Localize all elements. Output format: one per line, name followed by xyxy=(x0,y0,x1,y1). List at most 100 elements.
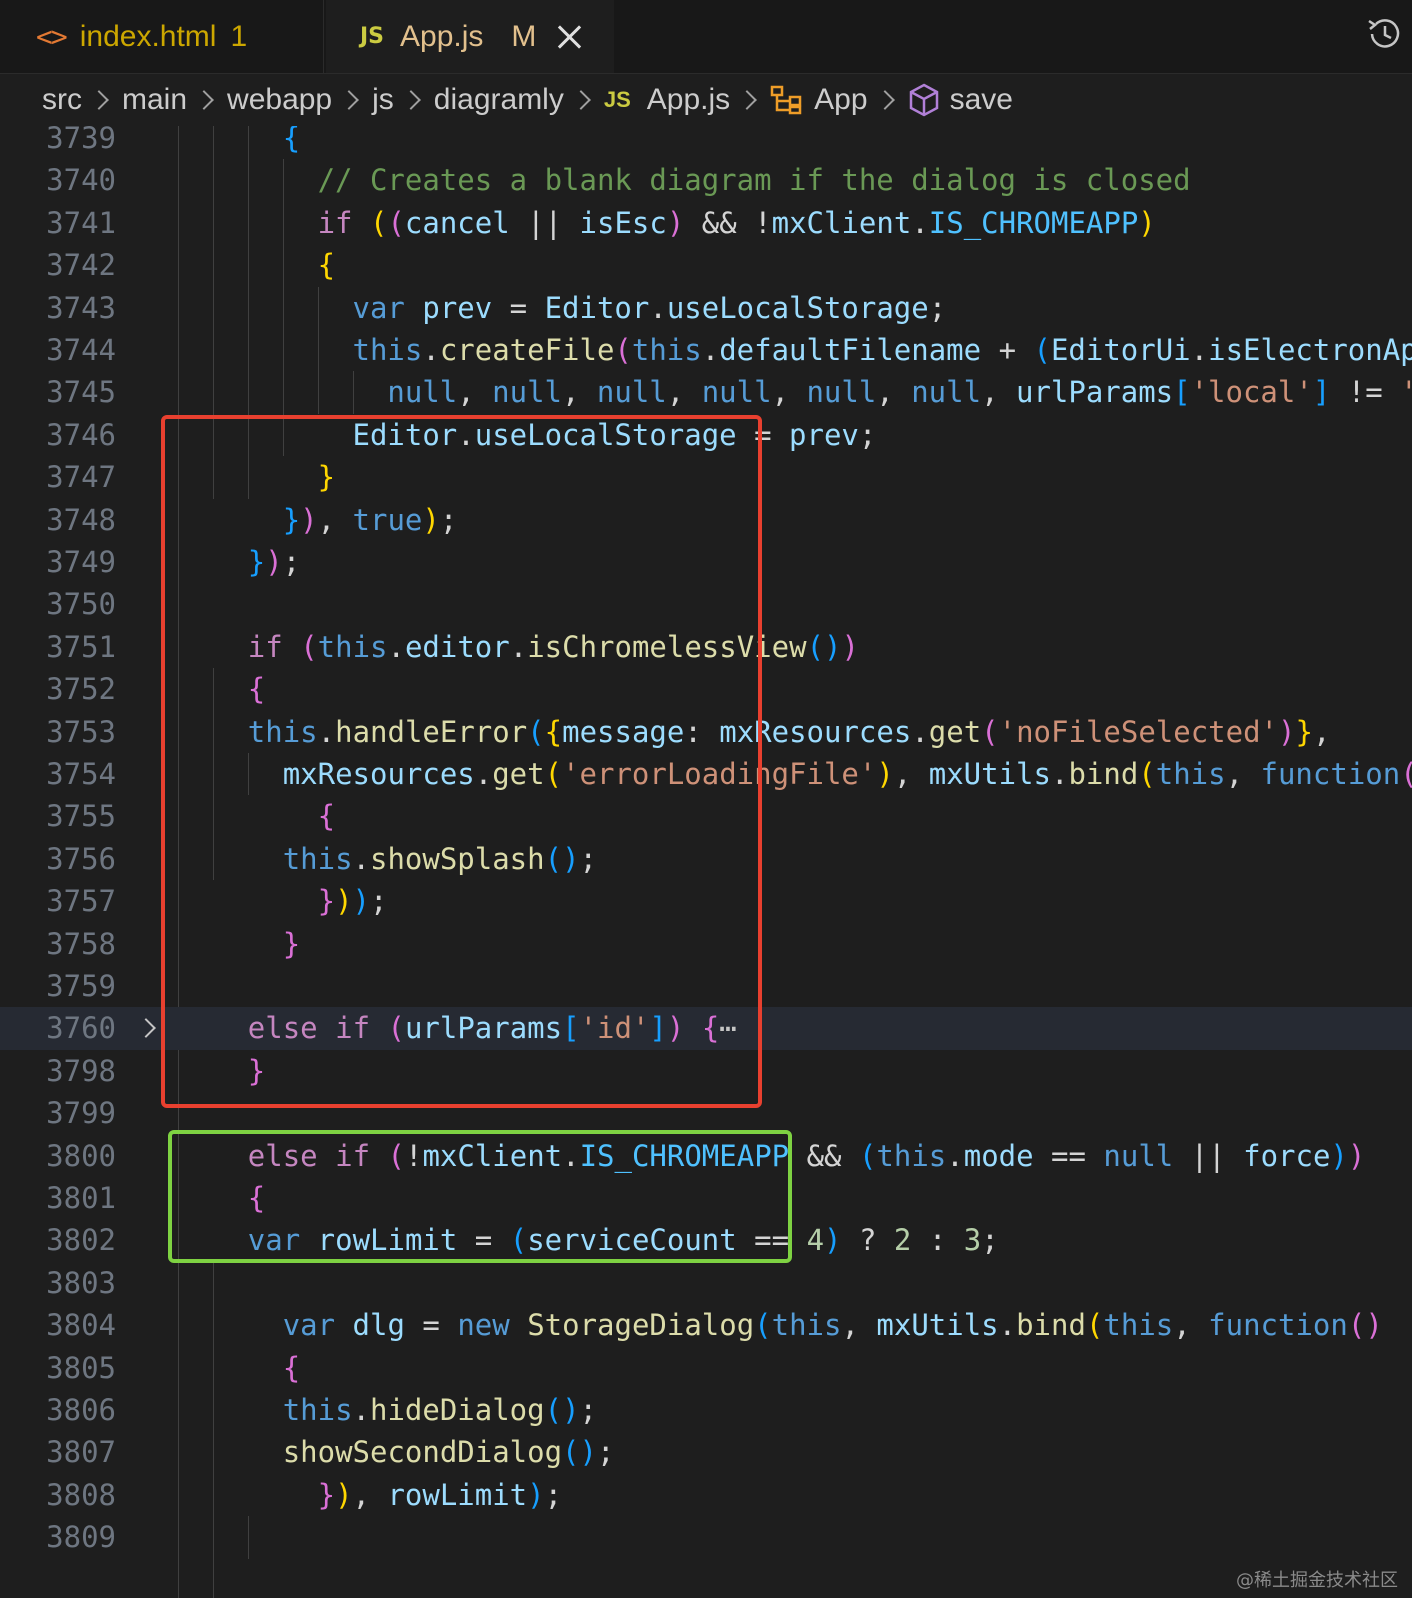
code-text: this.hideDialog(); xyxy=(283,1389,597,1432)
chevron-right-icon xyxy=(737,90,758,110)
breadcrumb-file[interactable]: App.js xyxy=(647,83,730,117)
code-editor[interactable]: 3739 {3740 // Creates a blank diagram if t… xyxy=(0,126,1412,1598)
line-number: 3758 xyxy=(46,926,116,961)
code-text: this.createFile(this.defaultFilename + (… xyxy=(353,329,1412,372)
line-number: 3756 xyxy=(46,841,116,876)
line-number: 3753 xyxy=(46,714,116,749)
code-token: var xyxy=(352,290,405,325)
code-line[interactable]: 3740 // Creates a blank diagram if the di… xyxy=(0,159,1412,202)
code-token: () xyxy=(1347,1308,1383,1343)
code-token: this xyxy=(771,1308,842,1343)
breadcrumb-diagramly[interactable]: diagramly xyxy=(434,83,564,117)
code-text: // Creates a blank diagram if the dialog… xyxy=(318,159,1191,202)
code-token: cancel xyxy=(404,205,510,240)
problem-count-badge: 1 xyxy=(230,19,248,53)
breadcrumb-webapp[interactable]: webapp xyxy=(227,83,332,117)
code-token: ( xyxy=(1138,757,1156,791)
code-text: { xyxy=(318,244,335,287)
code-token: && ! xyxy=(684,205,772,240)
code-line[interactable]: 3809 xyxy=(0,1516,1412,1559)
code-token: ( xyxy=(1400,757,1412,791)
code-token: = xyxy=(492,290,545,325)
code-token: , xyxy=(1173,1308,1209,1343)
code-token: bind xyxy=(1068,757,1139,791)
code-token: = xyxy=(404,1308,458,1343)
code-line[interactable]: 3806 this.hideDialog(); xyxy=(0,1389,1412,1432)
breadcrumb-main[interactable]: main xyxy=(122,83,187,117)
code-token: IS_CHROMEAPP xyxy=(928,205,1139,240)
tab-bar: <> index.html 1 JS App.js M xyxy=(0,0,1412,74)
close-icon[interactable] xyxy=(556,24,582,50)
code-token: null xyxy=(387,375,458,410)
code-line[interactable]: 3744 this.createFile(this.defaultFilename… xyxy=(0,329,1412,372)
code-text: }), rowLimit); xyxy=(318,1474,562,1517)
code-token: force xyxy=(1243,1138,1331,1173)
code-line[interactable]: 3805 { xyxy=(0,1347,1412,1390)
method-symbol-icon xyxy=(909,83,938,117)
class-symbol-icon xyxy=(770,85,802,115)
line-number: 3752 xyxy=(46,672,116,707)
line-number: 3799 xyxy=(46,1096,116,1131)
code-token: new xyxy=(457,1308,510,1343)
code-token: useLocalStorage xyxy=(666,290,929,325)
line-number: 3760 xyxy=(46,1011,116,1046)
code-token: 2 xyxy=(893,1223,912,1258)
code-token: ; xyxy=(981,1223,999,1258)
code-token: } xyxy=(317,1477,336,1512)
code-token: == xyxy=(1033,1138,1104,1173)
tab-label: index.html xyxy=(79,19,217,53)
code-line[interactable]: 3804 var dlg = new StorageDialog(this, mx… xyxy=(0,1304,1412,1347)
code-line[interactable]: 3807 showSecondDialog(); xyxy=(0,1431,1412,1474)
breadcrumb: src main webapp js diagramly JS App.js A… xyxy=(0,74,1412,126)
code-token: get xyxy=(928,714,982,749)
code-token: || xyxy=(1173,1138,1244,1173)
line-number: 3808 xyxy=(46,1477,116,1512)
code-token: this xyxy=(282,1393,353,1427)
code-token: () xyxy=(562,1435,597,1470)
code-token: , xyxy=(981,375,1016,410)
tab-app-js[interactable]: JS App.js M xyxy=(326,0,614,73)
code-token: , xyxy=(352,1477,388,1512)
code-token: () xyxy=(806,629,842,664)
breadcrumb-js[interactable]: js xyxy=(372,83,394,117)
code-token: ) xyxy=(1138,205,1156,240)
code-token: function xyxy=(1208,1308,1348,1343)
code-token: ( xyxy=(858,1138,877,1173)
chevron-right-icon xyxy=(194,90,214,110)
code-token: null xyxy=(492,375,562,410)
code-token: null xyxy=(806,375,877,410)
code-line[interactable]: 3741 if ((cancel || isEsc) && !mxClient.I… xyxy=(0,202,1412,245)
code-line[interactable]: 3742 { xyxy=(0,244,1412,287)
tab-index-html[interactable]: <> index.html 1 xyxy=(0,0,324,73)
code-line[interactable]: 3803 xyxy=(0,1262,1412,1305)
chevron-right-icon xyxy=(400,90,421,110)
js-file-icon: JS xyxy=(360,24,385,49)
fold-chevron-icon[interactable] xyxy=(136,1018,156,1039)
code-token: . xyxy=(911,714,929,749)
code-text: if ((cancel || isEsc) && !mxClient.IS_CH… xyxy=(318,202,1156,245)
code-line[interactable]: 3808 }), rowLimit); xyxy=(0,1474,1412,1517)
code-token: ( xyxy=(754,1308,772,1343)
breadcrumb-method[interactable]: save xyxy=(950,83,1013,117)
line-number: 3746 xyxy=(46,417,116,452)
code-token: . xyxy=(998,1308,1017,1343)
code-token: , xyxy=(841,1308,877,1343)
breadcrumb-src[interactable]: src xyxy=(42,83,82,117)
code-token: ) xyxy=(335,1477,353,1512)
code-line[interactable]: 3743 var prev = Editor.useLocalStorage; xyxy=(0,287,1412,330)
code-line[interactable]: 3739 { xyxy=(0,126,1412,160)
line-number: 3801 xyxy=(46,1181,116,1215)
code-token: { xyxy=(282,1350,301,1385)
code-token: this xyxy=(1155,757,1226,791)
code-token: mxClient xyxy=(771,205,912,240)
breadcrumb-class[interactable]: App xyxy=(814,83,867,117)
line-number: 3759 xyxy=(46,969,116,1003)
code-editor-window: <> index.html 1 JS App.js M src main web… xyxy=(0,0,1412,1598)
code-line[interactable]: 3745 null, null, null, null, null, null, … xyxy=(0,371,1412,414)
history-icon[interactable] xyxy=(1364,14,1404,54)
code-token: this xyxy=(1103,1308,1174,1343)
code-token: , xyxy=(771,375,807,410)
line-number: 3807 xyxy=(46,1435,116,1470)
